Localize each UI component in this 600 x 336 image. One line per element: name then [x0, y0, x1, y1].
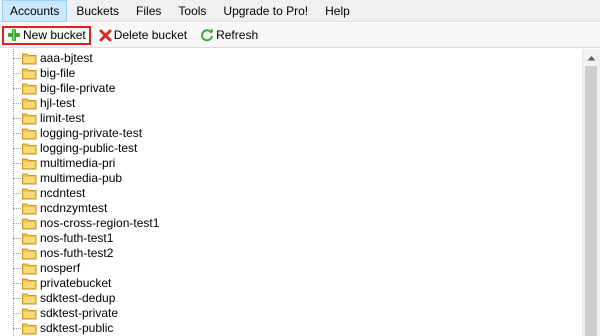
tree-item-label: aaa-bjtest: [40, 51, 93, 65]
refresh-label: Refresh: [216, 28, 259, 42]
tree-item[interactable]: ncdntest: [0, 186, 560, 201]
tree-branch-line: [13, 328, 21, 329]
folder-icon: [22, 308, 37, 320]
tree-branch-line: [13, 103, 21, 104]
tree-item[interactable]: nos-futh-test1: [0, 231, 560, 246]
scroll-up-arrow-icon[interactable]: [583, 49, 600, 66]
folder-icon: [22, 323, 37, 335]
tree-item[interactable]: nosperf: [0, 261, 560, 276]
tree-item-label: sdktest-public: [40, 321, 114, 335]
menu-upgrade-to-pro[interactable]: Upgrade to Pro!: [215, 0, 316, 22]
folder-icon: [22, 158, 37, 170]
folder-icon: [22, 233, 37, 245]
tree-item[interactable]: sdktest-public: [0, 321, 560, 336]
menu-buckets[interactable]: Buckets: [68, 0, 127, 22]
tree-item[interactable]: limit-test: [0, 111, 560, 126]
tree-branch-line: [13, 268, 21, 269]
tree-item-label: multimedia-pub: [40, 171, 123, 185]
new-bucket-label: New bucket: [23, 28, 86, 42]
tree-item-label: nosperf: [40, 261, 81, 275]
folder-icon: [22, 83, 37, 95]
tree-branch-line: [13, 73, 21, 74]
tree-item[interactable]: ncdnzymtest: [0, 201, 560, 216]
tree-item-label: nos-futh-test2: [40, 246, 114, 260]
folder-icon: [22, 278, 37, 290]
tree-branch-line: [13, 118, 21, 119]
tree-branch-line: [13, 163, 21, 164]
folder-icon: [22, 68, 37, 80]
folder-icon: [22, 143, 37, 155]
tree-branch-line: [13, 283, 21, 284]
tree-item[interactable]: privatebucket: [0, 276, 560, 291]
tree-item-label: privatebucket: [40, 276, 112, 290]
tree-item-label: big-file-private: [40, 81, 116, 95]
tree-item[interactable]: logging-private-test: [0, 126, 560, 141]
add-icon: [8, 29, 20, 41]
tree-branch-line: [13, 238, 21, 239]
folder-icon: [22, 173, 37, 185]
refresh-icon: [201, 28, 214, 42]
menu-files[interactable]: Files: [128, 0, 169, 22]
tree-branch-line: [13, 148, 21, 149]
tree-item[interactable]: hjl-test: [0, 96, 560, 111]
folder-icon: [22, 203, 37, 215]
tree-item[interactable]: multimedia-pri: [0, 156, 560, 171]
menu-help[interactable]: Help: [317, 0, 358, 22]
tree-item-label: logging-public-test: [40, 141, 138, 155]
tree-item[interactable]: multimedia-pub: [0, 171, 560, 186]
tree-item-label: ncdntest: [40, 186, 86, 200]
folder-icon: [22, 98, 37, 110]
tree-item[interactable]: nos-futh-test2: [0, 246, 560, 261]
folder-icon: [22, 113, 37, 125]
tree-item-label: hjl-test: [40, 96, 76, 110]
scroll-thumb[interactable]: [585, 66, 597, 336]
tree-branch-line: [13, 133, 21, 134]
folder-icon: [22, 218, 37, 230]
delete-bucket-button[interactable]: Delete bucket: [94, 26, 192, 45]
tree-item-label: multimedia-pri: [40, 156, 116, 170]
delete-icon: [99, 29, 112, 41]
tree-item[interactable]: big-file: [0, 66, 560, 81]
tree-item-label: big-file: [40, 66, 76, 80]
tree-item-label: nos-cross-region-test1: [40, 216, 160, 230]
tree-branch-line: [13, 208, 21, 209]
folder-icon: [22, 263, 37, 275]
tree-item[interactable]: nos-cross-region-test1: [0, 216, 560, 231]
folder-icon: [22, 128, 37, 140]
tree-item-label: limit-test: [40, 111, 85, 125]
folder-icon: [22, 53, 37, 65]
menu-bar: Accounts Buckets Files Tools Upgrade to …: [0, 0, 600, 22]
tree-branch-line: [13, 88, 21, 89]
tree-item[interactable]: sdktest-dedup: [0, 291, 560, 306]
tree-item-label: ncdnzymtest: [40, 201, 108, 215]
tree-item[interactable]: aaa-bjtest: [0, 51, 560, 66]
vertical-scrollbar[interactable]: [582, 49, 600, 336]
tree-branch-line: [13, 223, 21, 224]
delete-bucket-label: Delete bucket: [113, 28, 188, 42]
tree-branch-line: [13, 313, 21, 314]
folder-icon: [22, 293, 37, 305]
tree-branch-line: [13, 298, 21, 299]
tree-branch-line: [13, 253, 21, 254]
tree-item[interactable]: sdktest-private: [0, 306, 560, 321]
tree-branch-line: [13, 193, 21, 194]
toolbar: New bucket Delete bucket Refresh: [0, 23, 600, 48]
folder-icon: [22, 248, 37, 260]
menu-tools[interactable]: Tools: [170, 0, 214, 22]
tree-item-label: sdktest-private: [40, 306, 119, 320]
tree-item[interactable]: big-file-private: [0, 81, 560, 96]
folder-icon: [22, 188, 37, 200]
tree-item-label: sdktest-dedup: [40, 291, 116, 305]
tree-branch-line: [13, 58, 21, 59]
tree-item[interactable]: logging-public-test: [0, 141, 560, 156]
tree-item-label: logging-private-test: [40, 126, 143, 140]
tree-item-label: nos-futh-test1: [40, 231, 114, 245]
menu-accounts[interactable]: Accounts: [2, 0, 68, 22]
new-bucket-button[interactable]: New bucket: [2, 25, 91, 45]
refresh-button[interactable]: Refresh: [195, 26, 263, 45]
tree-branch-line: [13, 178, 21, 179]
bucket-tree: aaa-bjtest big-file big-file-private hjl-te…: [0, 49, 582, 336]
